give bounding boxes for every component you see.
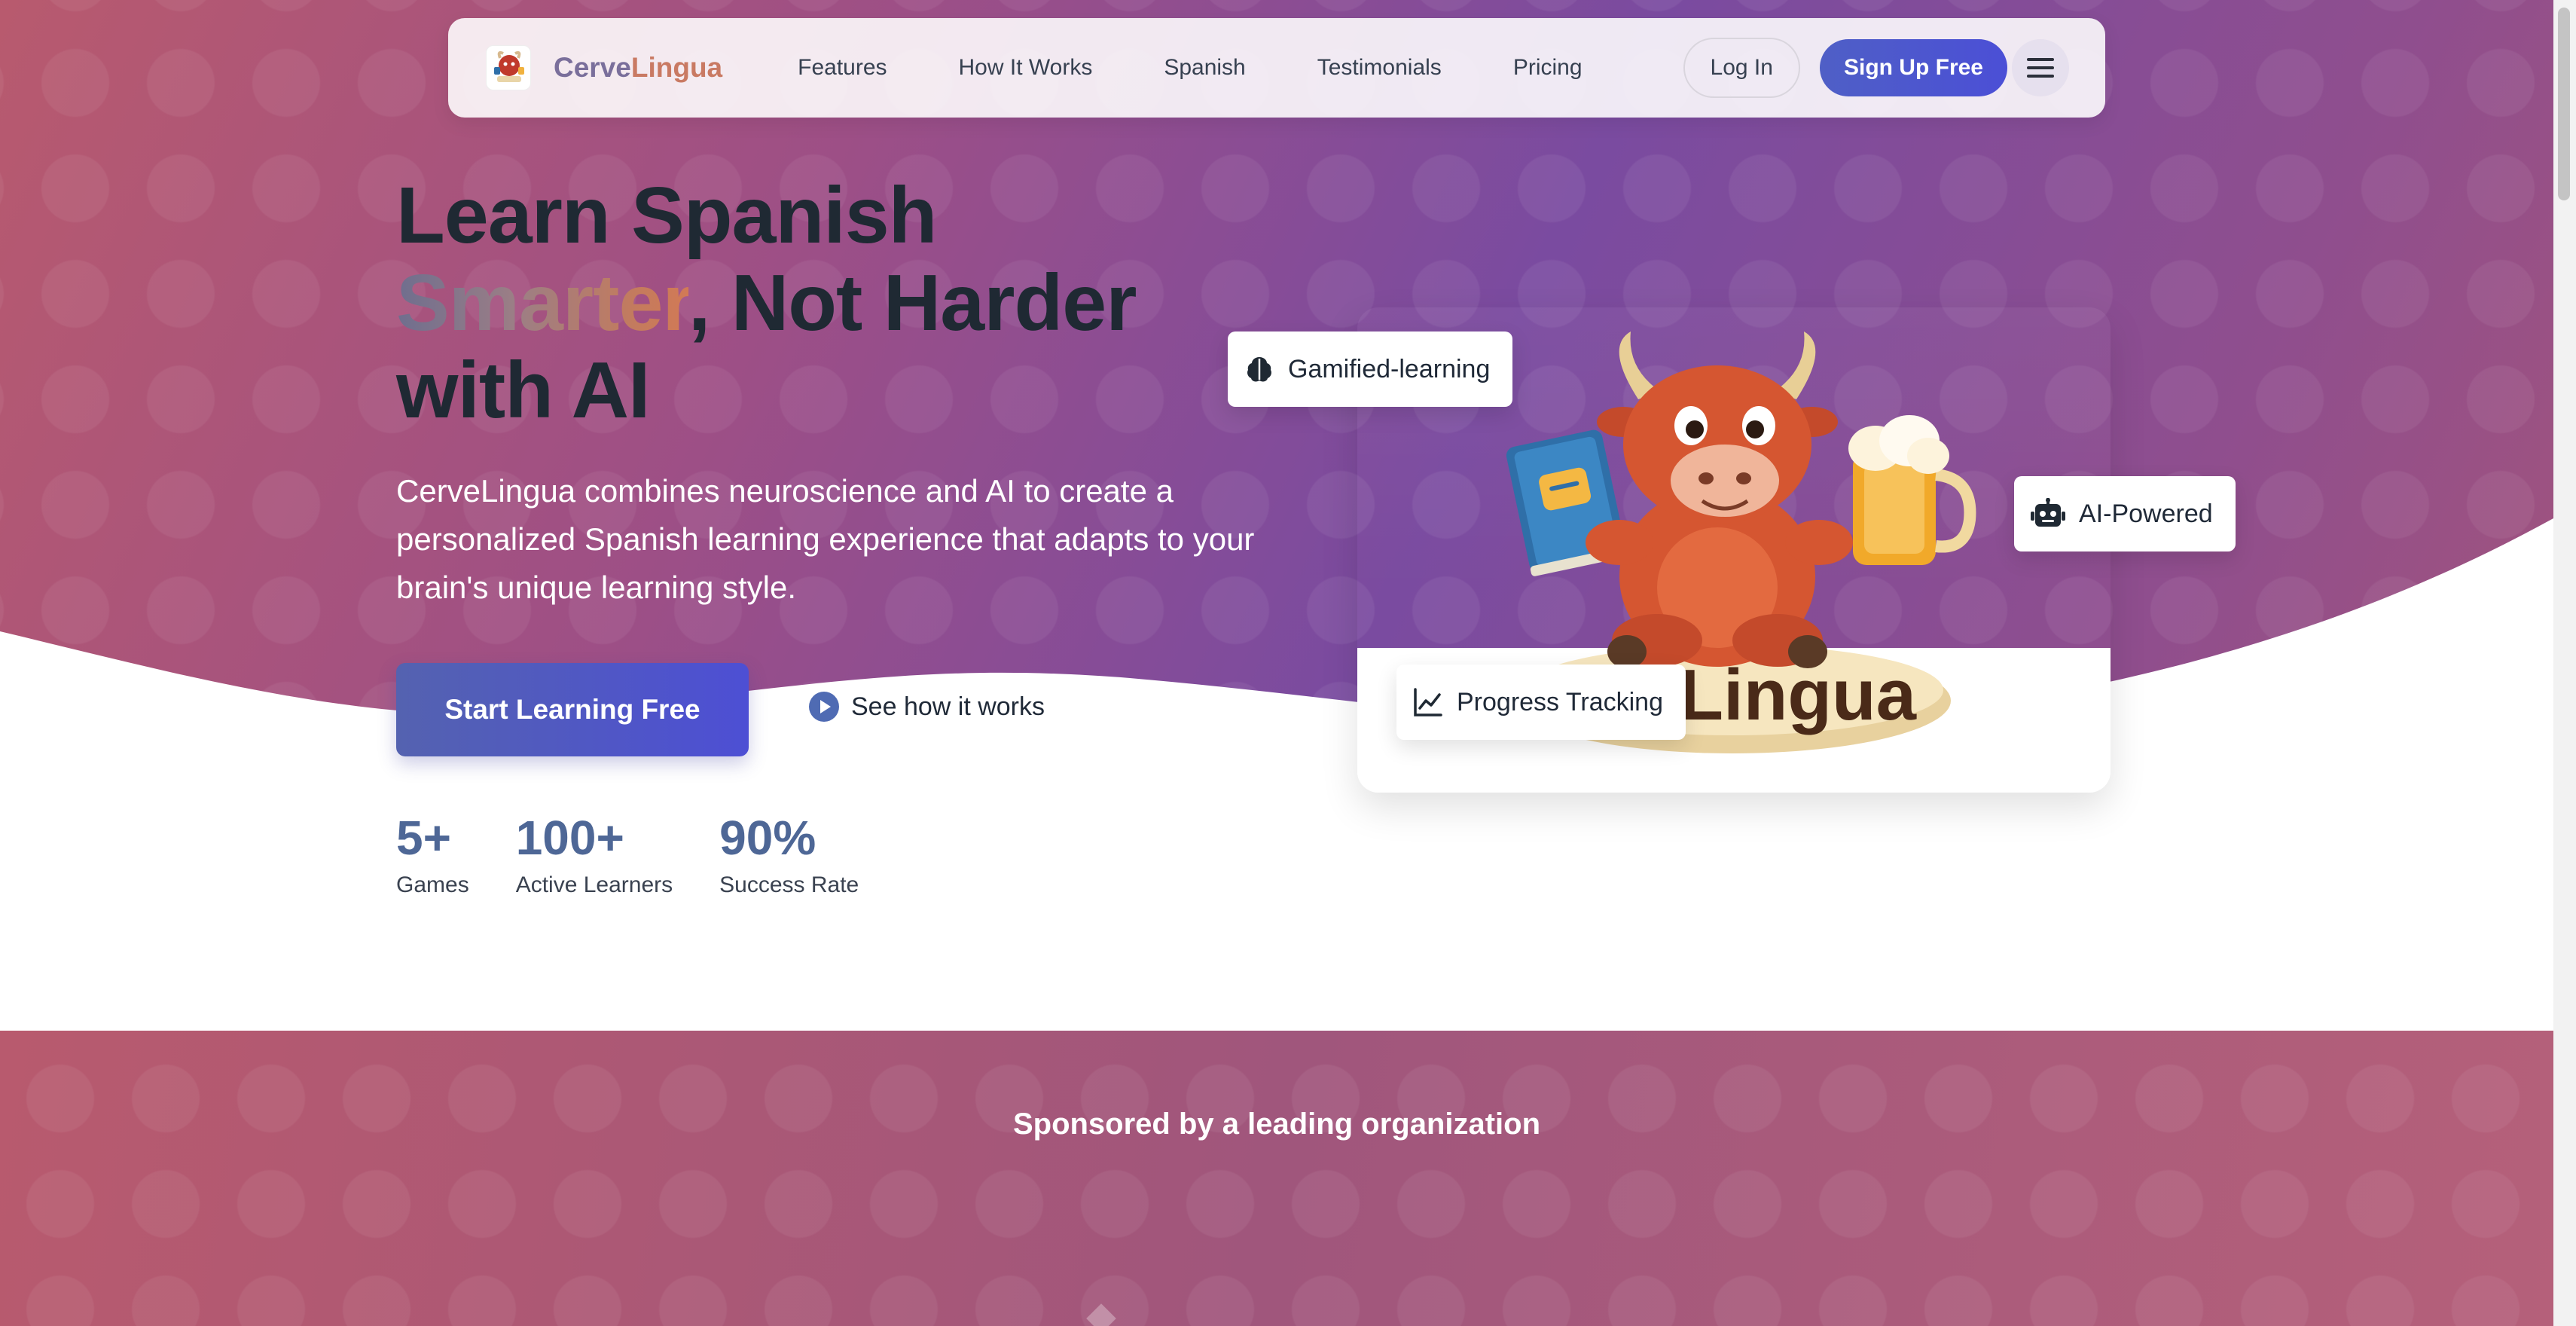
- bull-logo-icon: [494, 50, 524, 82]
- stat-games: 5+ Games: [396, 811, 469, 897]
- navbar: CerveLingua Features How It Works Spanis…: [448, 18, 2105, 118]
- scrollbar-thumb[interactable]: [2558, 8, 2570, 200]
- chart-line-icon: [1414, 688, 1442, 716]
- brand-name[interactable]: CerveLingua: [554, 52, 722, 84]
- logo[interactable]: [486, 45, 531, 90]
- nav-links: Features How It Works Spanish Testimonia…: [798, 55, 1582, 81]
- page: Sponsored by a leading organization Cerv…: [0, 0, 2553, 1326]
- login-button[interactable]: Log In: [1683, 38, 1800, 98]
- chip-ai-powered: AI-Powered: [2014, 476, 2236, 551]
- stat-active-learners: 100+ Active Learners: [515, 811, 673, 897]
- hero-stats: 5+ Games 100+ Active Learners 90% Succes…: [396, 808, 905, 898]
- nav-link-testimonials[interactable]: Testimonials: [1317, 55, 1442, 81]
- sponsor-band: [0, 1031, 2553, 1326]
- signup-button[interactable]: Sign Up Free: [1819, 39, 2007, 96]
- robot-icon: [2031, 498, 2065, 527]
- hamburger-menu-icon: [2027, 58, 2054, 78]
- nav-actions: Log In Sign Up Free: [1683, 38, 2069, 98]
- chip-progress-tracking: Progress Tracking: [1396, 665, 1686, 740]
- nav-link-pricing[interactable]: Pricing: [1513, 55, 1583, 81]
- sponsor-title: Sponsored by a leading organization: [1012, 1108, 1541, 1141]
- see-how-it-works-link[interactable]: See how it works: [809, 692, 1045, 722]
- brain-icon: [1247, 357, 1271, 382]
- stat-success-rate: 90% Success Rate: [719, 811, 859, 897]
- chip-gamified-learning: Gamified-learning: [1228, 332, 1513, 407]
- nav-link-spanish[interactable]: Spanish: [1164, 55, 1245, 81]
- start-learning-button[interactable]: Start Learning Free: [396, 663, 749, 756]
- menu-button[interactable]: [2012, 39, 2069, 96]
- nav-link-how-it-works[interactable]: How It Works: [959, 55, 1093, 81]
- hero-subtext: CerveLingua combines neuroscience and AI…: [396, 473, 1255, 605]
- nav-link-features[interactable]: Features: [798, 55, 887, 81]
- headline-highlight: Smarter: [396, 258, 689, 347]
- play-icon: [809, 692, 839, 722]
- hero-headline: Learn Spanish Smarter, Not Harder with A…: [396, 171, 1137, 435]
